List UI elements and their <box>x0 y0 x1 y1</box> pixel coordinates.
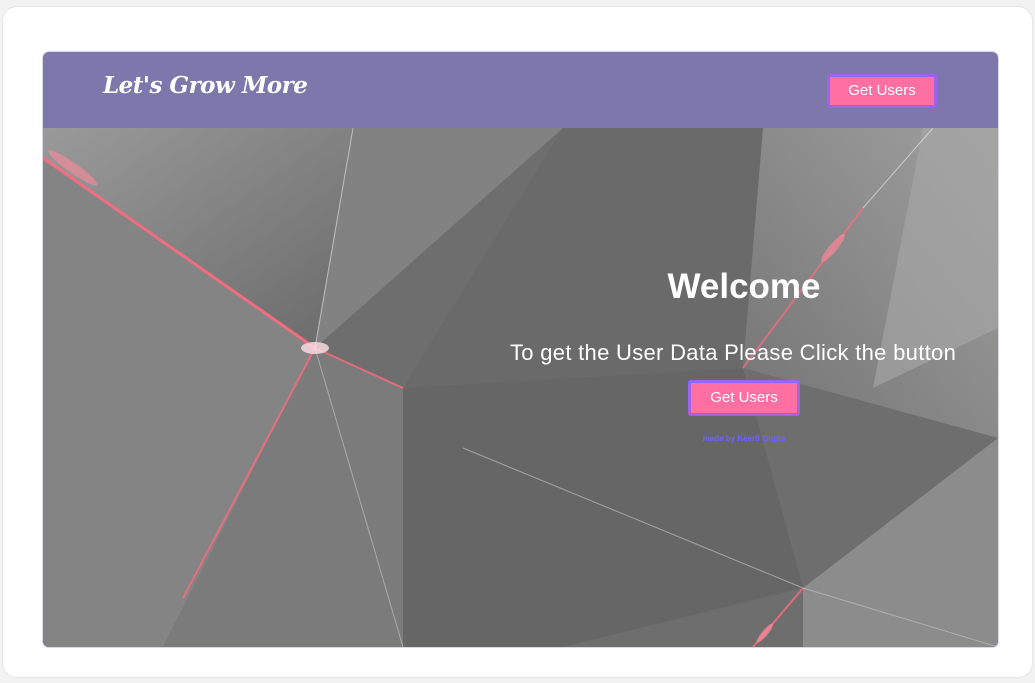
navbar-get-users-button[interactable]: Get Users <box>827 74 937 108</box>
author-credit: made by Keerti Gupta <box>702 434 786 443</box>
page-card: Let's Grow More Get Users Welcome To get… <box>3 7 1032 677</box>
hero-background-art <box>43 128 998 647</box>
navbar: Let's Grow More Get Users <box>43 52 998 128</box>
welcome-heading: Welcome <box>667 267 821 306</box>
hero-section: Welcome To get the User Data Please Clic… <box>43 128 998 647</box>
brand-logo[interactable]: Let's Grow More <box>103 72 308 99</box>
hero-get-users-button[interactable]: Get Users <box>688 380 800 416</box>
app-frame: Let's Grow More Get Users Welcome To get… <box>43 52 998 647</box>
hero-subtitle: To get the User Data Please Click the bu… <box>510 340 957 365</box>
